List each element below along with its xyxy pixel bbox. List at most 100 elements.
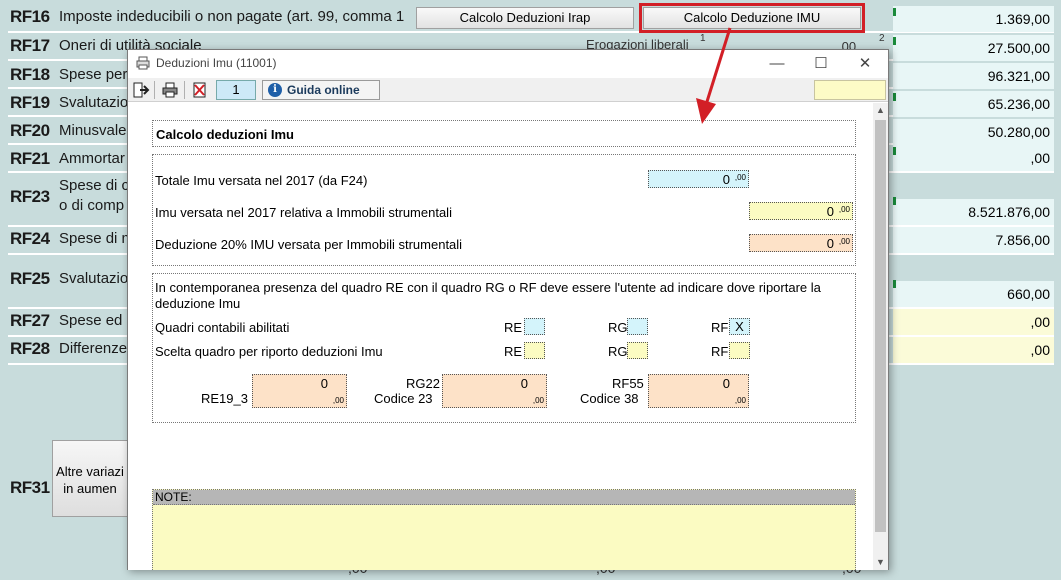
maximize-button[interactable]: ☐ — [799, 53, 843, 75]
rg22-label: RG22 — [406, 376, 440, 391]
row-value-text: 27.500,00 — [987, 40, 1050, 56]
row-code: RF16 — [10, 7, 50, 26]
calcolo-deduzione-imu-button[interactable]: Calcolo Deduzione IMU — [639, 3, 865, 33]
rg-label: RG — [608, 320, 628, 335]
row-value-text: 8.521.876,00 — [968, 204, 1050, 220]
delete-document-icon[interactable] — [191, 81, 209, 99]
row-value[interactable]: 50.280,00 — [893, 119, 1054, 145]
quadri-rg-checkbox[interactable] — [627, 318, 648, 335]
imu-values-panel: Totale Imu versata nel 2017 (da F24) 0,0… — [152, 154, 856, 266]
deduzione-20-field[interactable]: 0,00 — [749, 234, 853, 252]
row-code-rf31: RF31 — [10, 478, 50, 497]
decimal-suffix: ,00 — [332, 396, 344, 405]
altre-variazioni-button[interactable]: Altre variazi in aumen — [52, 440, 128, 517]
row-label: Differenze — [59, 340, 128, 357]
re-label: RE — [504, 320, 523, 335]
scroll-up-icon[interactable]: ▲ — [873, 103, 888, 118]
rf-label: RF — [711, 344, 729, 359]
page-number[interactable]: 1 — [216, 80, 256, 100]
decimal-suffix: ,00 — [734, 396, 746, 405]
deduzioni-imu-dialog: Deduzioni Imu (11001) — ☐ ✕ 1 i Guida on… — [127, 49, 889, 570]
exit-icon[interactable] — [132, 81, 150, 99]
marker-icon — [893, 147, 896, 155]
decimal-suffix: ,00 — [532, 396, 544, 405]
marker-icon — [893, 8, 896, 16]
row-value[interactable]: 65.236,00 — [893, 91, 1054, 117]
rf-label: RF — [711, 320, 729, 335]
marker-icon — [893, 197, 896, 205]
rg22-field[interactable]: 0,00 — [442, 374, 547, 408]
section-title: Calcolo deduzioni Imu — [156, 127, 294, 142]
row-value-text: 65.236,00 — [987, 96, 1050, 112]
quadri-re-checkbox[interactable] — [524, 318, 545, 335]
row-rf16: RF16 Imposte indeducibili o non pagate (… — [8, 3, 1054, 33]
row-code: RF21 — [10, 149, 50, 168]
row-value-text: 1.369,00 — [995, 11, 1051, 27]
imu-strumentali-label: Imu versata nel 2017 relativa a Immobili… — [155, 205, 452, 220]
vertical-scrollbar[interactable]: ▲ ▼ — [873, 103, 888, 570]
toolbar-separator — [184, 81, 185, 99]
decimal-suffix: ,00 — [838, 237, 850, 246]
row-code: RF28 — [10, 339, 50, 358]
row-value-text: ,00 — [1030, 314, 1050, 330]
row-value-text: 50.280,00 — [987, 124, 1050, 140]
title-bar[interactable]: Deduzioni Imu (11001) — ☐ ✕ — [128, 50, 888, 78]
row-value[interactable]: 7.856,00 — [893, 227, 1054, 253]
toolbar: 1 i Guida online — [128, 78, 888, 102]
row-code: RF20 — [10, 121, 50, 140]
row-value[interactable]: 8.521.876,00 — [893, 197, 1054, 225]
scelta-rf-checkbox[interactable] — [729, 342, 750, 359]
row-value[interactable]: ,00 — [893, 337, 1054, 363]
guida-label: Guida online — [287, 83, 360, 97]
scroll-thumb[interactable] — [875, 120, 886, 532]
rg-label: RG — [608, 344, 628, 359]
rf55-value: 0 — [722, 376, 730, 391]
scelta-re-checkbox[interactable] — [524, 342, 545, 359]
row-code: RF24 — [10, 229, 50, 248]
rg22-value: 0 — [520, 376, 528, 391]
red-arrow-icon — [696, 27, 732, 124]
marker-icon — [893, 93, 896, 101]
quadri-rf-checkbox[interactable]: X — [729, 318, 750, 335]
rf55-field[interactable]: 0,00 — [648, 374, 749, 408]
minimize-button[interactable]: — — [755, 53, 799, 75]
row-value[interactable]: ,00 — [893, 309, 1054, 335]
row-label: Svalutazio — [59, 270, 129, 287]
guida-online-button[interactable]: i Guida online — [262, 80, 380, 100]
row-value[interactable]: 96.321,00 — [893, 63, 1054, 89]
row-value-text: 660,00 — [1007, 286, 1050, 302]
row-label: Ammortar — [59, 150, 125, 167]
row-value-text: ,00 — [1030, 342, 1050, 358]
row-value[interactable]: 660,00 — [893, 280, 1054, 307]
rf55-sub-label: Codice 38 — [580, 391, 639, 406]
row-label: Imposte indeducibili o non pagate (art. … — [59, 8, 405, 25]
row-code: RF25 — [10, 269, 50, 288]
scelta-rg-checkbox[interactable] — [627, 342, 648, 359]
row-label: Spese per — [59, 66, 128, 83]
toolbar-yellow-field[interactable] — [814, 80, 886, 100]
re19-field[interactable]: 0,00 — [252, 374, 347, 408]
print-icon[interactable] — [161, 81, 179, 99]
deduzione-20-value: 0 — [826, 236, 834, 251]
marker-icon — [893, 37, 896, 45]
row-value[interactable]: 27.500,00 — [893, 35, 1054, 61]
rf55-label: RF55 — [612, 376, 644, 391]
totale-imu-field[interactable]: 0,00 — [648, 170, 749, 188]
quadri-abilitati-label: Quadri contabili abilitati — [155, 320, 290, 335]
row-value[interactable]: ,00 — [893, 145, 1054, 171]
note-field[interactable]: NOTE: — [152, 489, 856, 570]
info-icon: i — [268, 83, 282, 97]
scroll-down-icon[interactable]: ▼ — [873, 555, 888, 570]
row-label: Spese di c — [59, 177, 129, 194]
row-value-text: ,00 — [1030, 150, 1050, 166]
imu-strumentali-field[interactable]: 0,00 — [749, 202, 853, 220]
close-button[interactable]: ✕ — [843, 53, 887, 75]
imu-strumentali-value: 0 — [826, 204, 834, 219]
toolbar-separator — [154, 81, 155, 99]
row-label: Spese ed c — [59, 312, 129, 329]
re19-label: RE19_3 — [201, 391, 248, 406]
row-value[interactable]: 1.369,00 — [893, 6, 1054, 32]
calcolo-deduzioni-irap-button[interactable]: Calcolo Deduzioni Irap — [416, 7, 634, 29]
re-label: RE — [504, 344, 523, 359]
row-value-text: 7.856,00 — [995, 232, 1051, 248]
